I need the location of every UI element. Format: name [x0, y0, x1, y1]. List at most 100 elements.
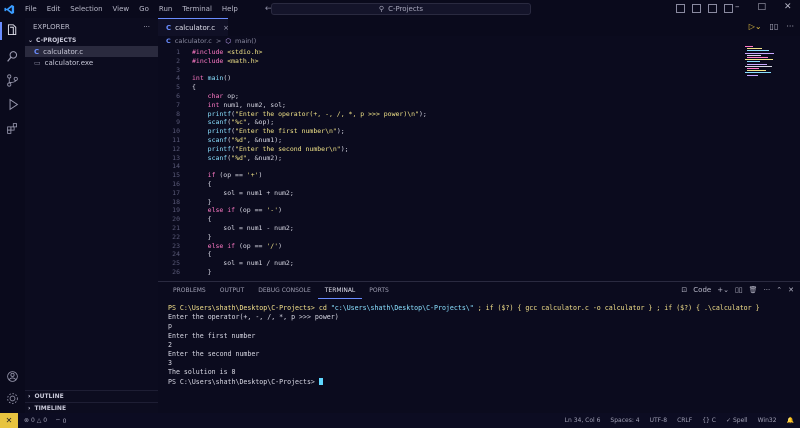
- shell-name[interactable]: Code: [693, 286, 711, 294]
- terminal-cursor: [318, 377, 323, 385]
- terminal-line: p: [168, 322, 172, 331]
- terminal-command-path: "c:\Users\shath\Desktop\C-Projects\": [330, 304, 474, 312]
- warning-count: 0: [43, 416, 48, 424]
- tab-debug-console[interactable]: DEBUG CONSOLE: [251, 282, 318, 299]
- tab-terminal[interactable]: TERMINAL: [317, 282, 363, 299]
- maximize-panel-icon[interactable]: ⌃: [776, 286, 782, 294]
- minimap[interactable]: [743, 46, 793, 86]
- code-line: char op;: [207, 92, 239, 100]
- line-number: 8: [176, 109, 180, 118]
- trash-icon[interactable]: 🗑: [749, 286, 758, 294]
- file-item-calculator-c[interactable]: C calculator.c: [25, 46, 158, 57]
- manage-gear-icon[interactable]: [6, 392, 19, 405]
- run-code-icon[interactable]: ▷⌄: [749, 22, 762, 31]
- explorer-header: EXPLORER ···: [25, 18, 158, 35]
- platform[interactable]: Win32: [758, 417, 777, 424]
- remote-indicator-icon[interactable]: ✕: [0, 413, 18, 428]
- code-line: printf("Enter the first number\n");: [207, 127, 345, 136]
- tab-output[interactable]: OUTPUT: [213, 282, 251, 299]
- line-ending[interactable]: CRLF: [677, 417, 692, 424]
- tab-calculator-c[interactable]: C calculator.c ×: [158, 18, 229, 36]
- code-line: #include <stdio.h>: [192, 48, 263, 56]
- minimap-line: [747, 48, 762, 50]
- more-actions-icon[interactable]: ···: [764, 286, 771, 294]
- menu-run[interactable]: Run: [154, 5, 177, 13]
- project-folder[interactable]: ⌄ C-PROJECTS: [25, 35, 158, 46]
- code-line: printf("Enter the second number\n");: [207, 144, 349, 153]
- outline-section[interactable]: › OUTLINE: [25, 390, 158, 401]
- code-line: scanf("%c", &op);: [207, 118, 275, 127]
- toggle-panel-icon[interactable]: [692, 4, 701, 13]
- menu-file[interactable]: File: [20, 5, 42, 13]
- braces-icon: {}: [702, 417, 710, 424]
- code-editor[interactable]: 1 #include <stdio.h> 2 #include <math.h> 3 4 i…: [158, 46, 743, 278]
- command-center-search[interactable]: ⚲ C-Projects: [271, 3, 531, 15]
- spell-check[interactable]: ✓ Spell: [726, 417, 748, 424]
- line-number: 13: [172, 153, 180, 162]
- line-number: 2: [176, 56, 180, 65]
- toggle-secondary-sidebar-icon[interactable]: [708, 4, 717, 13]
- minimap-line: [747, 57, 768, 58]
- menu-go[interactable]: Go: [134, 5, 154, 13]
- extensions-icon[interactable]: [6, 122, 19, 135]
- more-actions-icon[interactable]: ···: [143, 23, 150, 31]
- minimap-line: [747, 74, 758, 76]
- menu-help[interactable]: Help: [217, 5, 243, 13]
- minimap-line: [747, 54, 761, 56]
- notifications-bell-icon[interactable]: 🔔: [787, 417, 794, 424]
- code-line: else if (op == '/'): [207, 241, 283, 250]
- toggle-sidebar-icon[interactable]: [676, 4, 685, 13]
- file-item-calculator-exe[interactable]: ▭ calculator.exe: [25, 57, 158, 68]
- breadcrumb: C calculator.c > ⬡ main(): [158, 36, 800, 46]
- breadcrumb-file[interactable]: calculator.c: [175, 37, 212, 45]
- line-number: 1: [176, 48, 180, 56]
- line-number: 10: [172, 127, 180, 136]
- code-line: int main(): [192, 74, 232, 83]
- explorer-icon[interactable]: [6, 24, 19, 37]
- encoding[interactable]: UTF-8: [650, 417, 668, 424]
- problems-status[interactable]: ⊗ 0 △ 0: [24, 417, 47, 425]
- menu-edit[interactable]: Edit: [42, 5, 66, 13]
- minimize-icon[interactable]: –: [735, 2, 740, 12]
- language-mode[interactable]: {} C: [702, 417, 716, 424]
- search-icon: ⚲: [378, 5, 385, 13]
- line-number: 21: [172, 224, 180, 232]
- account-icon[interactable]: [6, 370, 19, 383]
- error-count: 0: [30, 416, 35, 424]
- ports-status[interactable]: ⌔ 0: [55, 417, 66, 425]
- add-terminal-icon[interactable]: +⌄: [717, 286, 729, 294]
- chevron-right-icon: ›: [28, 404, 31, 412]
- terminal-output[interactable]: PS C:\Users\shath\Desktop\C-Projects> cd…: [168, 304, 760, 387]
- tab-problems[interactable]: PROBLEMS: [166, 282, 213, 299]
- line-number: 24: [172, 250, 180, 259]
- indentation[interactable]: Spaces: 4: [610, 417, 639, 424]
- cursor-position[interactable]: Ln 34, Col 6: [565, 417, 601, 424]
- menu-terminal[interactable]: Terminal: [177, 5, 217, 13]
- close-panel-icon[interactable]: ✕: [788, 286, 794, 294]
- chevron-down-icon: ⌄: [28, 37, 34, 44]
- line-number: 22: [172, 232, 180, 241]
- close-window-icon[interactable]: ✕: [784, 2, 792, 12]
- source-control-icon[interactable]: [6, 74, 19, 87]
- menu-view[interactable]: View: [108, 5, 135, 13]
- line-number: 25: [172, 259, 180, 268]
- timeline-section[interactable]: › TIMELINE: [25, 402, 158, 413]
- code-line: #include <math.h>: [192, 56, 259, 65]
- explorer-sidebar: EXPLORER ··· ⌄ C-PROJECTS C calculator.c…: [25, 18, 158, 413]
- code-line: scanf("%d", &num1);: [207, 136, 283, 144]
- breadcrumb-symbol[interactable]: main(): [235, 37, 256, 45]
- terminal-final-line: PS C:\Users\shath\Desktop\C-Projects>: [168, 377, 760, 387]
- more-actions-icon[interactable]: ···: [786, 22, 794, 31]
- split-terminal-icon[interactable]: ▯▯: [735, 286, 743, 294]
- maximize-icon[interactable]: □: [758, 2, 767, 12]
- customize-layout-icon[interactable]: [724, 4, 733, 13]
- close-tab-icon[interactable]: ×: [223, 24, 229, 32]
- split-editor-icon[interactable]: ▯▯: [770, 22, 779, 31]
- code-line: {: [192, 83, 196, 92]
- code-line: {: [192, 215, 212, 224]
- menu-selection[interactable]: Selection: [65, 5, 107, 13]
- vscode-logo-icon: [0, 0, 18, 18]
- run-debug-icon[interactable]: [6, 98, 19, 111]
- tab-ports[interactable]: PORTS: [362, 282, 396, 299]
- search-icon[interactable]: [6, 50, 19, 63]
